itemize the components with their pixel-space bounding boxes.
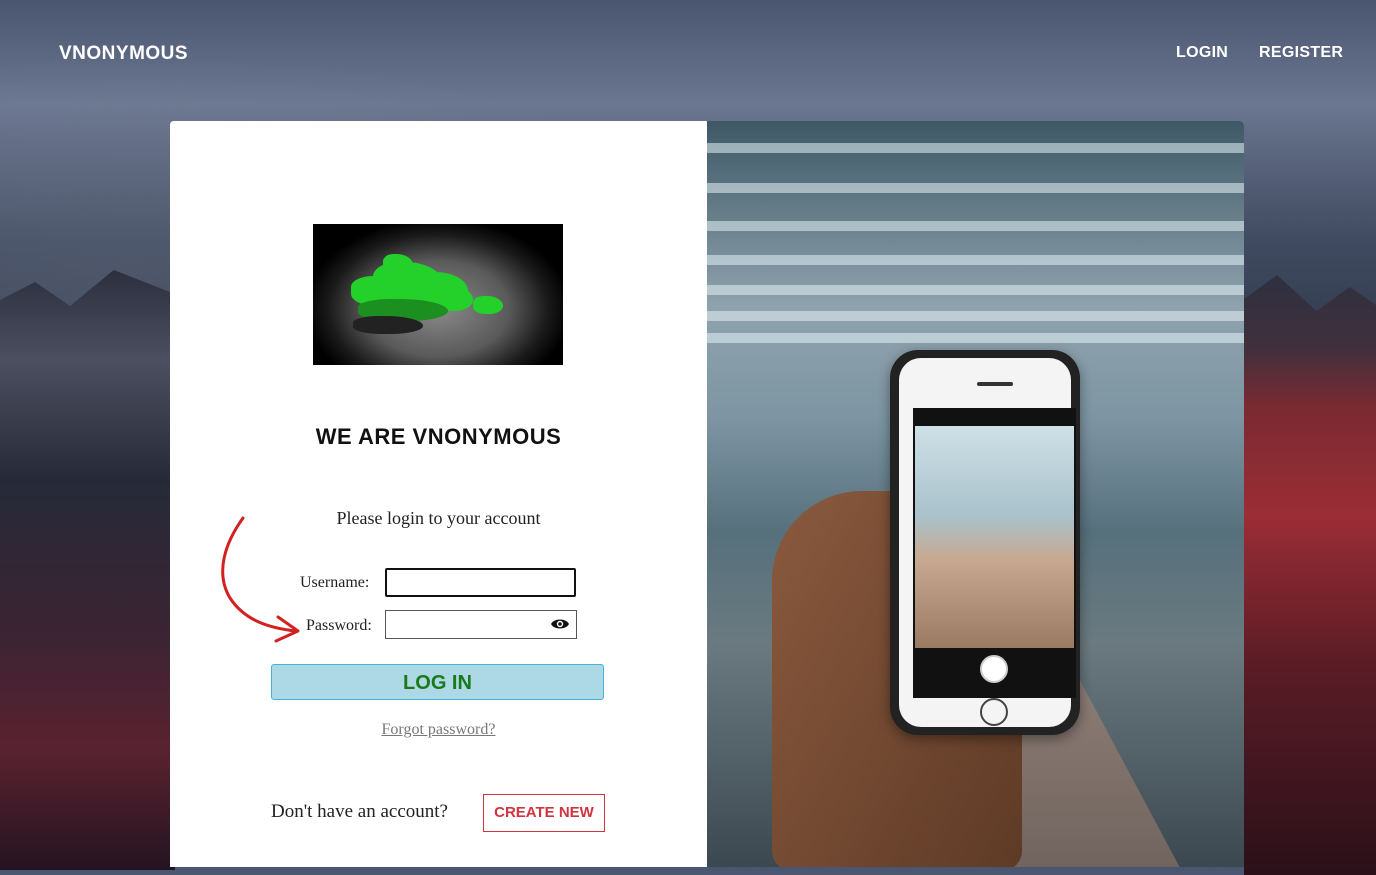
create-account-button[interactable]: CREATE NEW <box>483 794 605 832</box>
page-headline: WE ARE VNONYMOUS <box>315 424 562 449</box>
nav-register-link[interactable]: REGISTER <box>1259 44 1343 62</box>
login-button[interactable]: LOG IN <box>271 664 604 700</box>
login-form-pane: WE ARE VNONYMOUS Please login to your ac… <box>170 121 707 867</box>
hero-photo <box>707 121 1244 867</box>
background-mountain-left <box>0 270 175 870</box>
background-mountain-right <box>1244 275 1376 875</box>
forgot-password-link[interactable]: Forgot password? <box>170 721 707 739</box>
annotation-arrow <box>221 516 300 643</box>
eye-icon[interactable] <box>550 617 570 631</box>
username-input[interactable] <box>385 568 576 597</box>
no-account-text: Don't have an account? <box>271 801 448 822</box>
nav-login-link[interactable]: LOGIN <box>1176 44 1228 62</box>
password-input[interactable] <box>385 610 577 639</box>
login-card: WE ARE VNONYMOUS Please login to your ac… <box>170 121 1244 867</box>
site-logo-image <box>313 224 563 365</box>
brand-logo[interactable]: VNONYMOUS <box>59 43 188 65</box>
top-navbar: VNONYMOUS LOGIN REGISTER <box>0 0 1376 110</box>
phone-illustration <box>890 350 1080 735</box>
